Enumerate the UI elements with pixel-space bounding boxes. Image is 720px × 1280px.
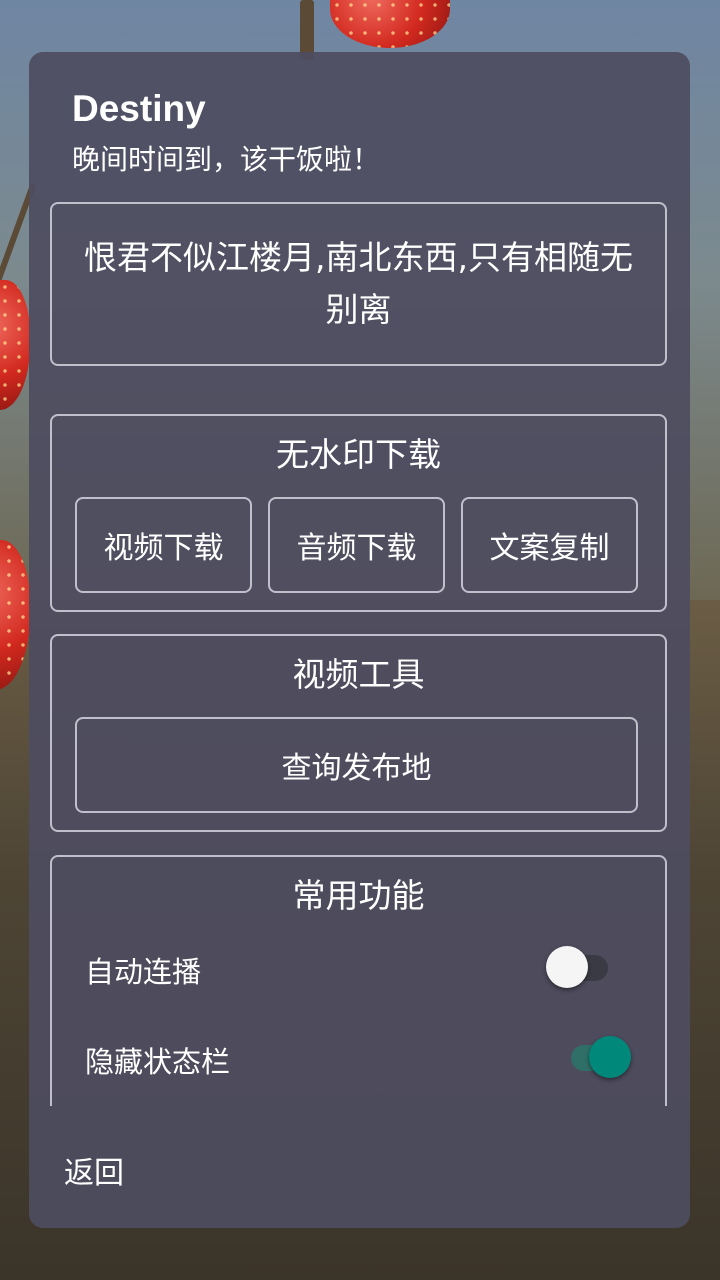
hide-status-bar-switch[interactable] bbox=[557, 1035, 637, 1079]
hide-status-bar-switch-thumb bbox=[589, 1036, 631, 1078]
dialog-title: Destiny bbox=[72, 88, 206, 129]
dialog-scroll-area[interactable]: Destiny 晚间时间到，该干饭啦！ 恨君不似江楼月,南北东西,只有相随无别离… bbox=[29, 52, 690, 1106]
download-section-title: 无水印下载 bbox=[276, 435, 441, 474]
audio-download-button[interactable]: 音频下载 bbox=[268, 497, 445, 593]
feature-dialog: Destiny 晚间时间到，该干饭啦！ 恨君不似江楼月,南北东西,只有相随无别离… bbox=[29, 52, 690, 1228]
query-location-button[interactable]: 查询发布地 bbox=[75, 717, 638, 813]
autoplay-label: 自动连播 bbox=[85, 955, 202, 989]
hide-status-bar-label: 隐藏状态栏 bbox=[85, 1045, 231, 1079]
dialog-subtitle: 晚间时间到，该干饭啦！ bbox=[72, 143, 381, 176]
video-tools-section: 视频工具 查询发布地 bbox=[50, 634, 667, 832]
back-button[interactable]: 返回 bbox=[64, 1144, 124, 1196]
common-section-title: 常用功能 bbox=[292, 876, 425, 915]
download-section: 无水印下载 视频下载 音频下载 文案复制 bbox=[50, 414, 667, 612]
autoplay-switch-thumb bbox=[546, 946, 588, 988]
common-functions-section: 常用功能 自动连播 隐藏状态栏 bbox=[50, 855, 667, 1106]
autoplay-switch[interactable] bbox=[542, 945, 622, 989]
video-download-button[interactable]: 视频下载 bbox=[75, 497, 252, 593]
poem-quote-text: 恨君不似江楼月,南北东西,只有相随无别离 bbox=[84, 238, 633, 329]
poem-quote-box: 恨君不似江楼月,南北东西,只有相随无别离 bbox=[50, 202, 667, 366]
copy-caption-button[interactable]: 文案复制 bbox=[461, 497, 638, 593]
video-tools-section-title: 视频工具 bbox=[292, 655, 425, 694]
